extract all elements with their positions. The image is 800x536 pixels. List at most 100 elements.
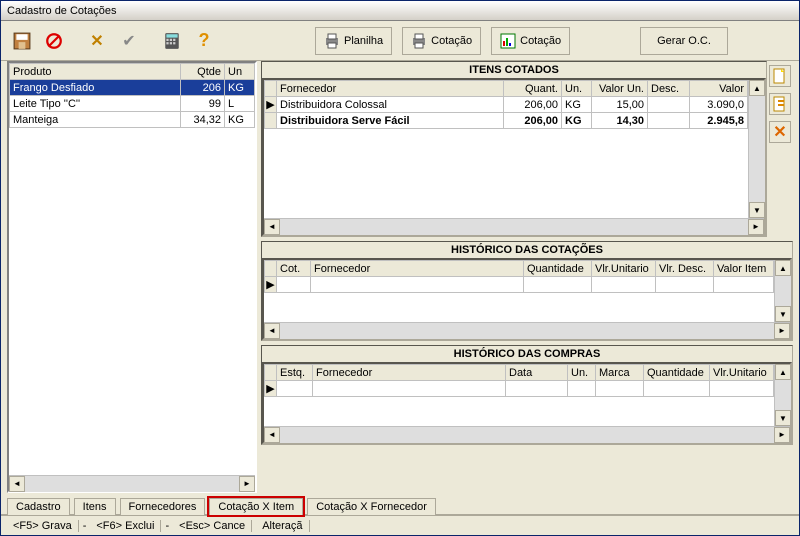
col-vlr-unitario[interactable]: Vlr.Unitario (710, 365, 774, 381)
status-sep: - (165, 520, 169, 532)
bottom-tabs: Cadastro Itens Fornecedores Cotação X It… (1, 493, 799, 515)
table-row[interactable]: Manteiga34,32KG (10, 112, 255, 128)
col-fornecedor[interactable]: Fornecedor (313, 365, 506, 381)
delete-icon[interactable]: ✕ (86, 30, 108, 52)
scroll-right-icon[interactable]: ► (774, 427, 790, 443)
historico-cotacoes-table[interactable]: Cot. Fornecedor Quantidade Vlr.Unitario … (264, 260, 774, 293)
table-row[interactable]: Distribuidora Serve Fácil206,00KG14,302.… (265, 113, 748, 129)
col-valor[interactable]: Valor (690, 81, 748, 97)
scroll-down-icon[interactable]: ▼ (749, 202, 765, 218)
toolbar: ✕ ✔ ? Planilha Cotação Cotação Gerar O.C… (1, 21, 799, 61)
scroll-down-icon[interactable]: ▼ (775, 306, 791, 322)
tab-cotacao-x-fornecedor[interactable]: Cotação X Fornecedor (307, 498, 436, 515)
col-valor-un[interactable]: Valor Un. (592, 81, 648, 97)
col-marca[interactable]: Marca (596, 365, 644, 381)
col-un[interactable]: Un. (568, 365, 596, 381)
col-estq[interactable]: Estq. (277, 365, 313, 381)
status-alteracao: Alteraçã (256, 520, 309, 532)
scroll-left-icon[interactable]: ◄ (264, 219, 280, 235)
cotacao-print-label: Cotação (431, 35, 472, 47)
save-icon[interactable] (11, 30, 33, 52)
table-row[interactable]: ▶Distribuidora Colossal206,00KG15,003.09… (265, 97, 748, 113)
col-vlr-unitario[interactable]: Vlr.Unitario (592, 261, 656, 277)
col-valor-item[interactable]: Valor Item (714, 261, 774, 277)
new-doc-button[interactable] (769, 65, 791, 87)
scroll-right-icon[interactable]: ► (239, 476, 255, 492)
itens-cotados-table[interactable]: Fornecedor Quant. Un. Valor Un. Desc. Va… (264, 80, 748, 129)
scrollbar-horizontal[interactable]: ◄ ► (264, 218, 764, 234)
scroll-track[interactable] (280, 323, 774, 339)
app-window: Cadastro de Cotações ✕ ✔ ? Planilha Cota… (0, 0, 800, 536)
col-vlr-desc[interactable]: Vlr. Desc. (656, 261, 714, 277)
col-quantidade[interactable]: Quantidade (524, 261, 592, 277)
planilha-label: Planilha (344, 35, 383, 47)
scroll-track[interactable] (280, 219, 748, 235)
scroll-right-icon[interactable]: ► (748, 219, 764, 235)
col-data[interactable]: Data (506, 365, 568, 381)
scroll-left-icon[interactable]: ◄ (264, 427, 280, 443)
scroll-left-icon[interactable]: ◄ (264, 323, 280, 339)
cancel-icon[interactable] (43, 30, 65, 52)
left-panel: Produto Qtde Un Frango Desfiado206KGLeit… (7, 61, 257, 493)
help-icon[interactable]: ? (193, 30, 215, 52)
tab-cotacao-x-item[interactable]: Cotação X Item (209, 498, 303, 515)
col-cot[interactable]: Cot. (277, 261, 311, 277)
scrollbar-vertical[interactable]: ▲ ▼ (774, 260, 790, 322)
col-marker (265, 81, 277, 97)
products-table[interactable]: Produto Qtde Un Frango Desfiado206KGLeit… (9, 63, 255, 128)
tab-fornecedores[interactable]: Fornecedores (120, 498, 206, 515)
scroll-track[interactable] (749, 96, 765, 202)
scroll-track[interactable] (25, 476, 239, 492)
scrollbar-vertical[interactable]: ▲ ▼ (748, 80, 764, 218)
table-row[interactable]: ▶ (265, 277, 774, 293)
tab-cadastro[interactable]: Cadastro (7, 498, 70, 515)
col-desc[interactable]: Desc. (648, 81, 690, 97)
historico-compras-title: HISTÓRICO DAS COMPRAS (262, 346, 792, 362)
col-produto[interactable]: Produto (10, 64, 181, 80)
historico-compras-table[interactable]: Estq. Fornecedor Data Un. Marca Quantida… (264, 364, 774, 397)
col-marker (265, 261, 277, 277)
chart-icon (500, 33, 516, 49)
historico-cotacoes-title: HISTÓRICO DAS COTAÇÕES (262, 242, 792, 258)
scroll-left-icon[interactable]: ◄ (9, 476, 25, 492)
edit-doc-button[interactable] (769, 93, 791, 115)
scrollbar-vertical[interactable]: ▲ ▼ (774, 364, 790, 426)
scroll-track[interactable] (280, 427, 774, 443)
window-title: Cadastro de Cotações (7, 5, 116, 17)
scroll-track[interactable] (775, 380, 791, 410)
tab-itens[interactable]: Itens (74, 498, 116, 515)
col-qtde[interactable]: Qtde (181, 64, 225, 80)
col-un[interactable]: Un (225, 64, 255, 80)
calculator-icon[interactable] (161, 30, 183, 52)
gerar-oc-button[interactable]: Gerar O.C. (640, 27, 728, 55)
cotacao-print-button[interactable]: Cotação (402, 27, 481, 55)
col-quantidade[interactable]: Quantidade (644, 365, 710, 381)
scroll-down-icon[interactable]: ▼ (775, 410, 791, 426)
printer-icon (324, 33, 340, 49)
gerar-oc-label: Gerar O.C. (657, 35, 711, 47)
scroll-track[interactable] (775, 276, 791, 306)
statusbar: <F5> Grava - <F6> Exclui - <Esc> Cance A… (1, 515, 799, 535)
scroll-up-icon[interactable]: ▲ (749, 80, 765, 96)
cotacao-chart-button[interactable]: Cotação (491, 27, 570, 55)
col-fornecedor[interactable]: Fornecedor (311, 261, 524, 277)
confirm-icon[interactable]: ✔ (118, 30, 140, 52)
right-panel: ITENS COTADOS Fornecedor (261, 61, 793, 493)
toolbar-separator (75, 28, 76, 54)
scrollbar-horizontal[interactable]: ◄ ► (264, 322, 790, 338)
col-fornecedor[interactable]: Fornecedor (277, 81, 504, 97)
scrollbar-horizontal[interactable]: ◄ ► (264, 426, 790, 442)
table-row[interactable]: Frango Desfiado206KG (10, 80, 255, 96)
scroll-up-icon[interactable]: ▲ (775, 260, 791, 276)
table-row[interactable]: Leite Tipo ''C''99L (10, 96, 255, 112)
cotacao-chart-label: Cotação (520, 35, 561, 47)
scroll-right-icon[interactable]: ► (774, 323, 790, 339)
side-buttons: ✕ (767, 61, 793, 237)
scrollbar-horizontal[interactable]: ◄ ► (9, 475, 255, 491)
delete-row-button[interactable]: ✕ (769, 121, 791, 143)
table-row[interactable]: ▶ (265, 381, 774, 397)
scroll-up-icon[interactable]: ▲ (775, 364, 791, 380)
col-quant[interactable]: Quant. (504, 81, 562, 97)
planilha-button[interactable]: Planilha (315, 27, 392, 55)
col-un[interactable]: Un. (562, 81, 592, 97)
